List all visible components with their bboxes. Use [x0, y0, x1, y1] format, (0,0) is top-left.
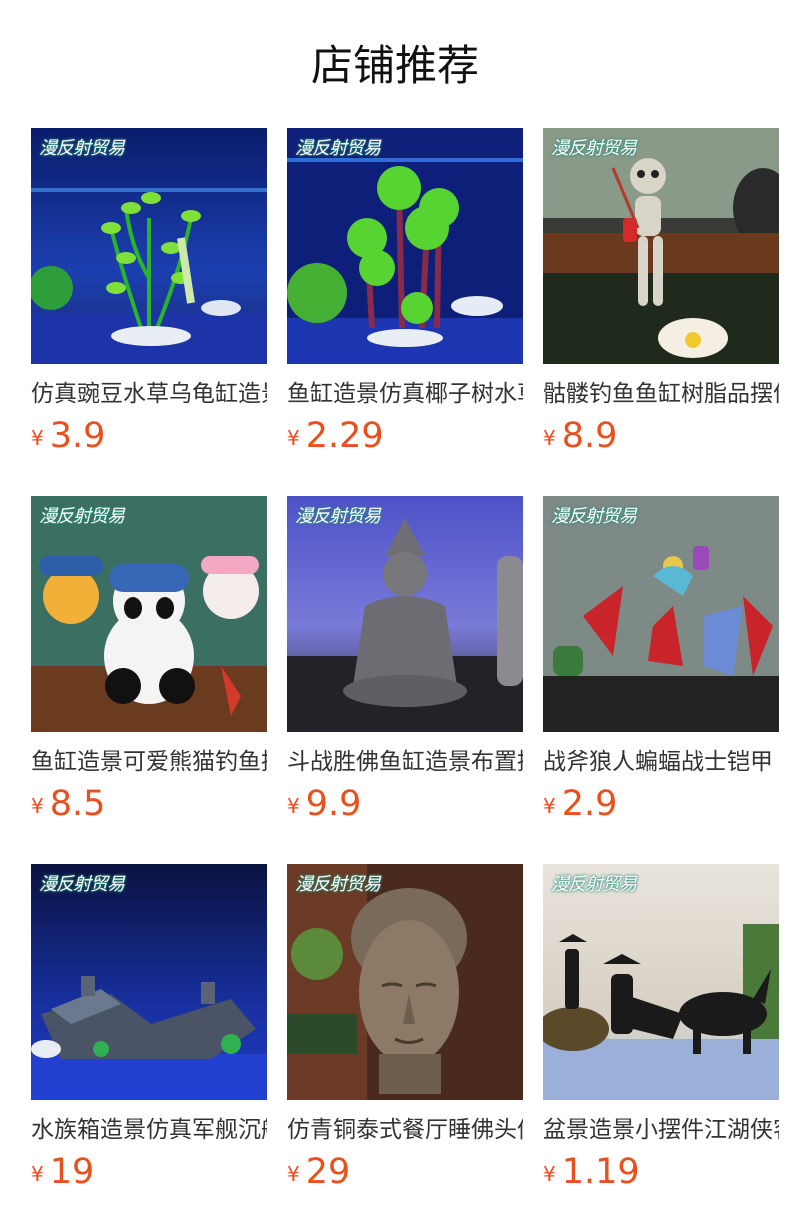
product-price: ¥9.9	[287, 784, 523, 830]
product-card[interactable]: 漫反射贸易 斗战胜佛鱼缸造景布置摆件 ¥9.9	[287, 496, 523, 830]
product-name[interactable]: 鱼缸造景仿真椰子树水草	[287, 378, 523, 410]
product-name[interactable]: 仿真豌豆水草乌龟缸造景	[31, 378, 267, 410]
product-image[interactable]: 漫反射贸易	[543, 496, 779, 732]
product-image[interactable]: 漫反射贸易	[287, 128, 523, 364]
price-value: 29	[305, 1152, 351, 1192]
product-card[interactable]: 漫反射贸易 水族箱造景仿真军舰沉船 ¥19	[31, 864, 267, 1198]
product-price: ¥19	[31, 1152, 267, 1198]
product-image[interactable]: 漫反射贸易	[31, 864, 267, 1100]
product-card[interactable]: 漫反射贸易 仿真豌豆水草乌龟缸造景 ¥3.9	[31, 128, 267, 462]
product-card[interactable]: 漫反射贸易 鱼缸造景可爱熊猫钓鱼摆件 ¥8.5	[31, 496, 267, 830]
currency-symbol: ¥	[31, 1162, 44, 1186]
watermark: 漫反射贸易	[551, 874, 637, 895]
currency-symbol: ¥	[31, 794, 44, 818]
product-price: ¥8.9	[543, 416, 779, 462]
watermark: 漫反射贸易	[39, 138, 125, 159]
product-image[interactable]: 漫反射贸易	[287, 864, 523, 1100]
watermark: 漫反射贸易	[295, 506, 381, 527]
currency-symbol: ¥	[287, 794, 300, 818]
price-value: 9.9	[305, 784, 362, 824]
price-value: 1.19	[561, 1152, 640, 1192]
currency-symbol: ¥	[543, 794, 556, 818]
product-price: ¥3.9	[31, 416, 267, 462]
currency-symbol: ¥	[543, 1162, 556, 1186]
product-price: ¥2.9	[543, 784, 779, 830]
product-name[interactable]: 骷髅钓鱼鱼缸树脂品摆件	[543, 378, 779, 410]
section-title: 店铺推荐	[310, 41, 479, 90]
product-price: ¥2.29	[287, 416, 523, 462]
product-card[interactable]: 漫反射贸易 骷髅钓鱼鱼缸树脂品摆件 ¥8.9	[543, 128, 779, 462]
price-value: 8.9	[561, 416, 618, 456]
product-price: ¥29	[287, 1152, 523, 1198]
price-value: 3.9	[49, 416, 106, 456]
currency-symbol: ¥	[287, 1162, 300, 1186]
product-image[interactable]: 漫反射贸易	[31, 128, 267, 364]
product-name[interactable]: 鱼缸造景可爱熊猫钓鱼摆件	[31, 746, 267, 778]
product-card[interactable]: 漫反射贸易 盆景造景小摆件江湖侠客 ¥1.19	[543, 864, 779, 1198]
watermark: 漫反射贸易	[39, 506, 125, 527]
product-price: ¥8.5	[31, 784, 267, 830]
currency-symbol: ¥	[287, 426, 300, 450]
product-name[interactable]: 战斧狼人蝙蝠战士铠甲	[543, 746, 779, 778]
price-value: 8.5	[49, 784, 106, 824]
product-name[interactable]: 水族箱造景仿真军舰沉船	[31, 1114, 267, 1146]
product-card[interactable]: 漫反射贸易 仿青铜泰式餐厅睡佛头像 ¥29	[287, 864, 523, 1198]
product-name[interactable]: 盆景造景小摆件江湖侠客	[543, 1114, 779, 1146]
watermark: 漫反射贸易	[295, 874, 381, 895]
watermark: 漫反射贸易	[295, 138, 381, 159]
price-value: 2.9	[561, 784, 618, 824]
product-price: ¥1.19	[543, 1152, 779, 1198]
currency-symbol: ¥	[543, 426, 556, 450]
product-image[interactable]: 漫反射贸易	[543, 864, 779, 1100]
product-image[interactable]: 漫反射贸易	[543, 128, 779, 364]
watermark: 漫反射贸易	[551, 506, 637, 527]
watermark: 漫反射贸易	[39, 874, 125, 895]
price-value: 2.29	[305, 416, 384, 456]
product-name[interactable]: 斗战胜佛鱼缸造景布置摆件	[287, 746, 523, 778]
product-name[interactable]: 仿青铜泰式餐厅睡佛头像	[287, 1114, 523, 1146]
product-image[interactable]: 漫反射贸易	[287, 496, 523, 732]
watermark: 漫反射贸易	[551, 138, 637, 159]
price-value: 19	[49, 1152, 95, 1192]
product-card[interactable]: 漫反射贸易 战斧狼人蝙蝠战士铠甲 ¥2.9	[543, 496, 779, 830]
currency-symbol: ¥	[31, 426, 44, 450]
product-image[interactable]: 漫反射贸易	[31, 496, 267, 732]
product-card[interactable]: 漫反射贸易 鱼缸造景仿真椰子树水草 ¥2.29	[287, 128, 523, 462]
